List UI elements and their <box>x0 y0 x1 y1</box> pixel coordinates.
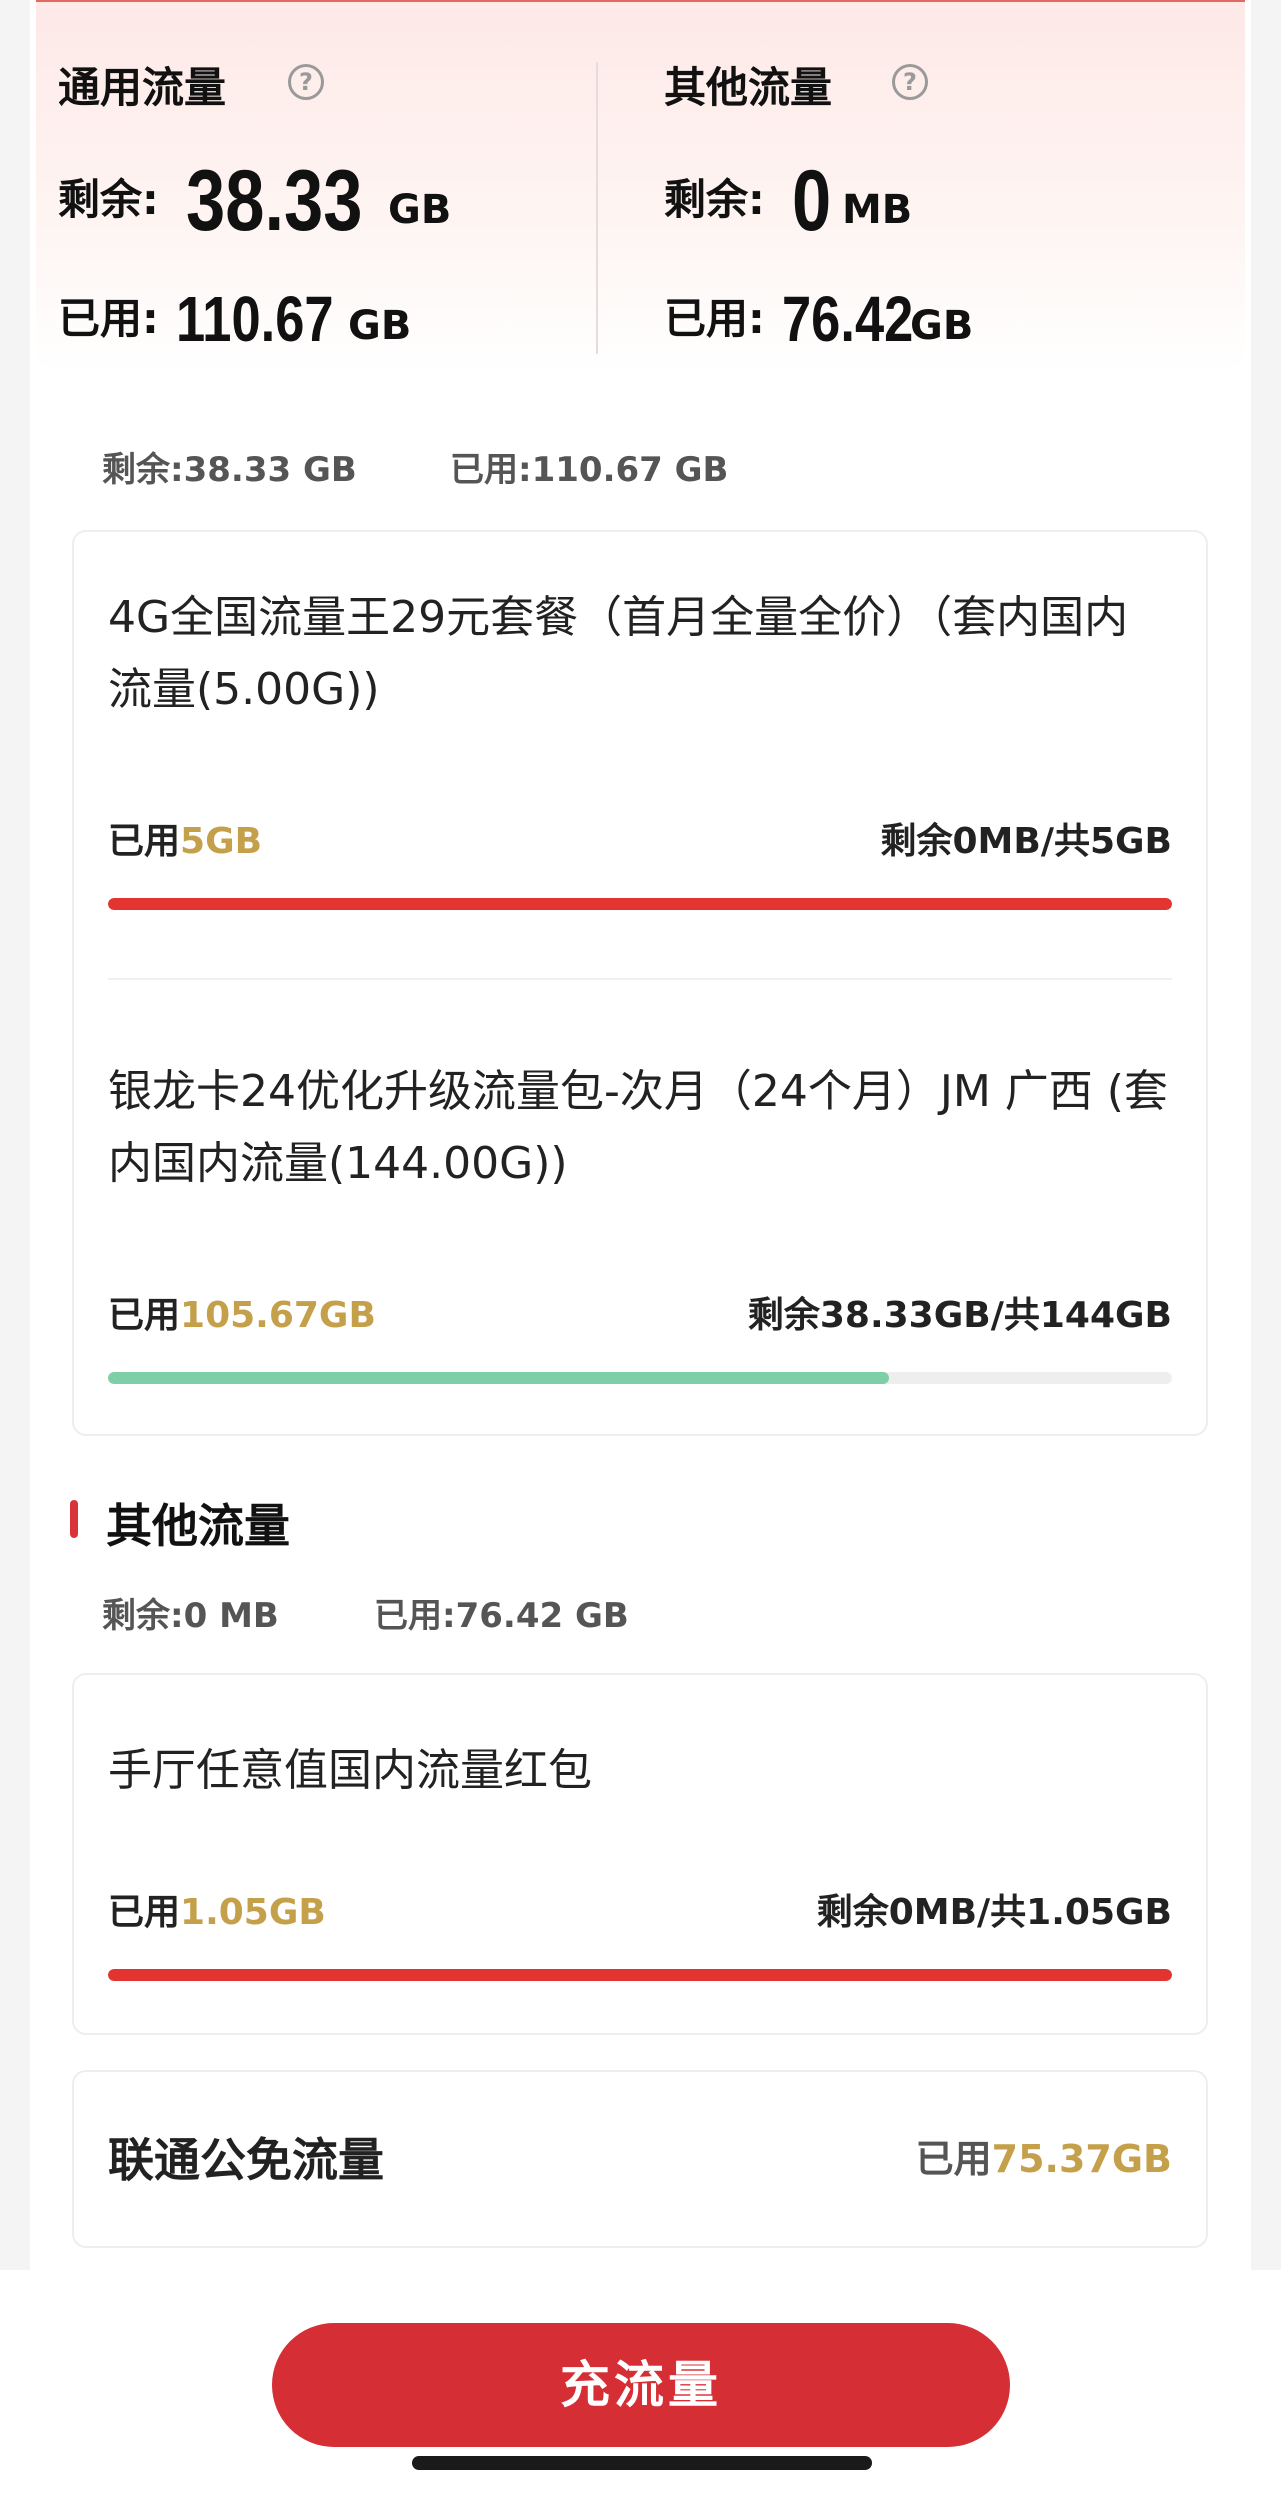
general-remain-stat: 剩余:38.33 GB <box>102 450 357 490</box>
package-remain-total: 剩余0MB/共1.05GB <box>816 1892 1172 1933</box>
progress-track <box>108 1372 1172 1384</box>
other-used-value: 76.42 <box>782 283 914 355</box>
package-used: 已用105.67GB <box>108 1286 376 1338</box>
other-packages-card: 手厅任意值国内流量红包 已用1.05GB 剩余0MB/共1.05GB <box>72 1673 1208 2035</box>
package-used: 已用1.05GB <box>108 1883 326 1935</box>
progress-track <box>108 898 1172 910</box>
progress-track <box>108 1969 1172 1981</box>
home-indicator <box>412 2456 872 2470</box>
general-packages-card: 4G全国流量王29元套餐（首月全量全价）（套内国内流量(5.00G)) 已用5G… <box>72 530 1208 1436</box>
remain-label: 剩余: <box>58 175 159 224</box>
general-remain-unit: GB <box>388 187 452 233</box>
progress-fill <box>108 1372 889 1384</box>
other-traffic-title: 其他流量 <box>664 63 833 112</box>
used-value: 5GB <box>180 821 263 862</box>
general-traffic-title: 通用流量 <box>58 63 227 112</box>
other-section-title: 其他流量 <box>106 1499 290 1553</box>
used-value: 75.37GB <box>991 2137 1172 2181</box>
general-used-value: 110.67 <box>176 283 334 355</box>
package-name: 银龙卡24优化升级流量包-次月（24个月）JM 广西 (套内国内流量(144.0… <box>108 1066 1168 1189</box>
free-traffic-card[interactable]: 联通公免流量 已用75.37GB <box>72 2070 1208 2248</box>
other-remain-value: 0 <box>792 153 832 249</box>
used-label: 已用: <box>664 294 765 343</box>
other-used-unit: GB <box>910 303 974 349</box>
general-traffic-summary: 通用流量 ? 剩余: 38.33 GB 已用: 110.67 GB <box>58 2 618 372</box>
used-value: 105.67GB <box>180 1295 376 1336</box>
charge-traffic-button[interactable]: 充流量 <box>272 2323 1010 2447</box>
summary-divider <box>596 62 598 354</box>
other-remain-stat: 剩余:0 MB <box>102 1596 279 1636</box>
package-item[interactable]: 银龙卡24优化升级流量包-次月（24个月）JM 广西 (套内国内流量(144.0… <box>74 980 1206 1436</box>
remain-label: 剩余: <box>664 175 765 224</box>
other-remain-unit: MB <box>842 187 913 233</box>
package-item[interactable]: 手厅任意值国内流量红包 已用1.05GB 剩余0MB/共1.05GB <box>74 1675 1206 2033</box>
free-traffic-used: 已用75.37GB <box>916 2128 1172 2183</box>
section-marker <box>70 1500 78 1538</box>
package-remain-total: 剩余0MB/共5GB <box>880 821 1173 862</box>
used-prefix: 已用 <box>108 1295 181 1336</box>
used-value: 1.05GB <box>180 1892 326 1933</box>
package-item[interactable]: 4G全国流量王29元套餐（首月全量全价）（套内国内流量(5.00G)) 已用5G… <box>74 532 1206 980</box>
package-name: 手厅任意值国内流量红包 <box>108 1745 592 1796</box>
progress-fill <box>108 1969 1172 1981</box>
used-prefix: 已用 <box>108 1892 181 1933</box>
traffic-summary: 通用流量 ? 剩余: 38.33 GB 已用: 110.67 GB 其他流量 ?… <box>36 0 1245 372</box>
other-traffic-summary: 其他流量 ? 剩余: 0 MB 已用: 76.42 GB <box>664 2 1224 372</box>
help-icon[interactable]: ? <box>892 64 928 100</box>
other-used-stat: 已用:76.42 GB <box>374 1596 629 1636</box>
general-remain-value: 38.33 <box>186 153 363 249</box>
free-traffic-name: 联通公免流量 <box>108 2133 384 2187</box>
used-label: 已用: <box>58 294 159 343</box>
package-remain-total: 剩余38.33GB/共144GB <box>747 1295 1172 1336</box>
help-icon[interactable]: ? <box>288 64 324 100</box>
general-used-unit: GB <box>348 303 412 349</box>
general-used-stat: 已用:110.67 GB <box>450 450 729 490</box>
progress-fill <box>108 898 1172 910</box>
used-prefix: 已用 <box>108 821 181 862</box>
used-prefix: 已用 <box>915 2137 992 2181</box>
package-name: 4G全国流量王29元套餐（首月全量全价）（套内国内流量(5.00G)) <box>108 592 1129 715</box>
package-used: 已用5GB <box>108 812 262 864</box>
